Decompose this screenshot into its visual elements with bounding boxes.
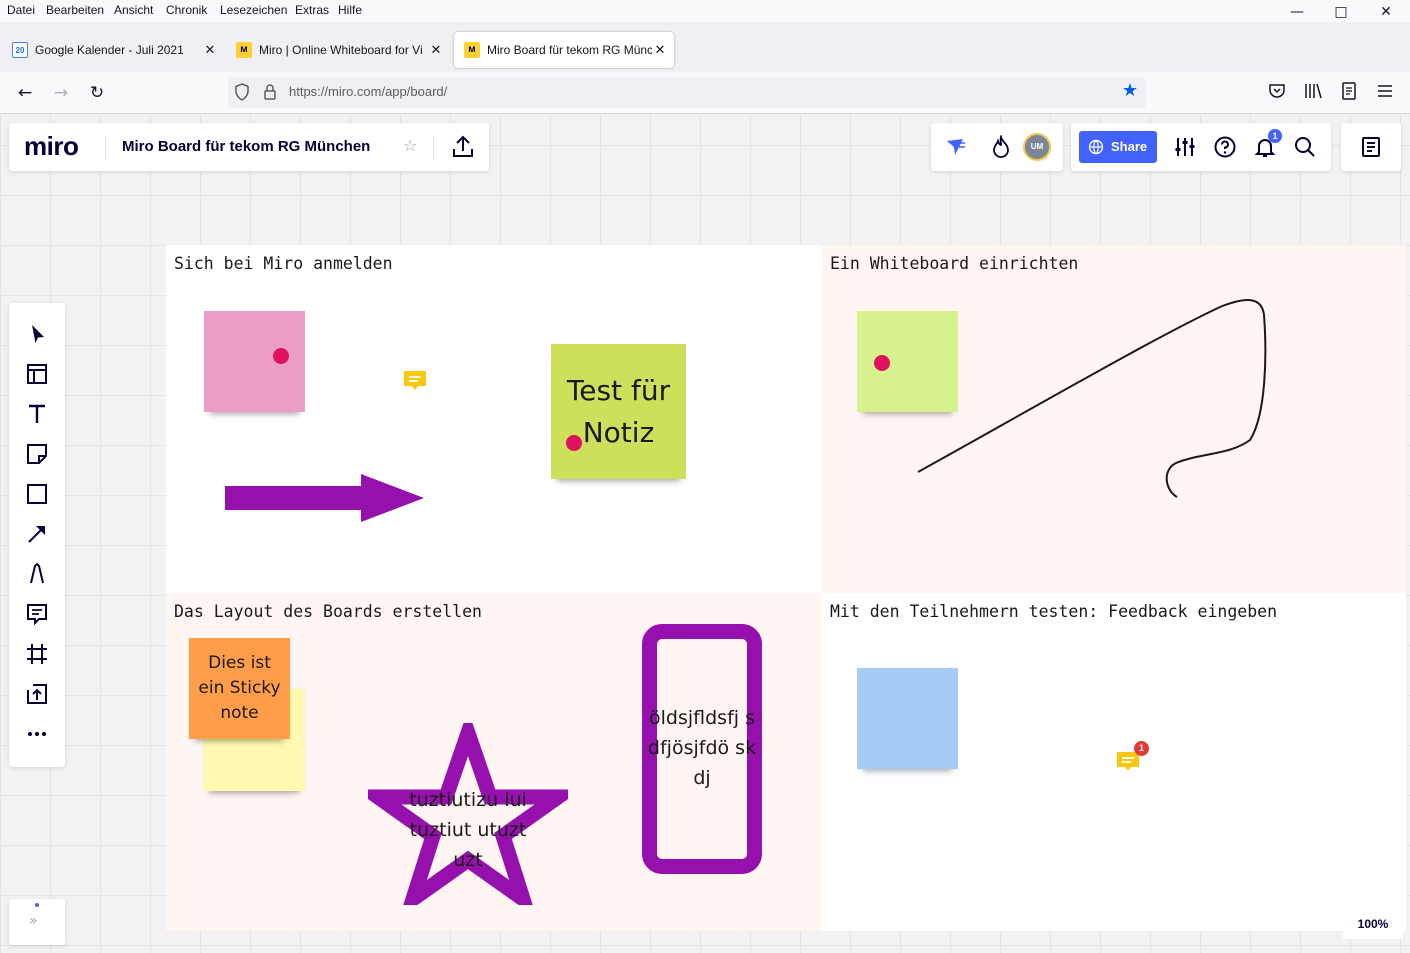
close-tab-icon[interactable]: ✕ bbox=[428, 42, 444, 58]
board-header: miro Miro Board für tekom RG München ☆ bbox=[9, 123, 489, 171]
frame-title: Das Layout des Boards erstellen bbox=[174, 602, 482, 621]
miro-logo[interactable]: miro bbox=[24, 131, 79, 162]
expand-panel[interactable]: » bbox=[9, 899, 65, 945]
rectangle-text: öldsjfldsfj sdfjösjfdö skdj bbox=[647, 707, 757, 789]
browser-navbar: ← → ↻ https://miro.com/app/board/ ★ bbox=[0, 72, 1410, 114]
sticky-note-text: Dies ist ein Sticky note bbox=[198, 653, 281, 723]
pen-icon[interactable] bbox=[23, 560, 51, 588]
lock-icon[interactable] bbox=[263, 83, 277, 101]
templates-icon[interactable] bbox=[23, 360, 51, 388]
comment-tool-icon[interactable] bbox=[23, 600, 51, 628]
reader-view-icon[interactable] bbox=[1340, 82, 1358, 100]
forward-icon[interactable]: → bbox=[48, 80, 74, 106]
hamburger-menu-icon[interactable] bbox=[1376, 82, 1394, 100]
url-text: https://miro.com/app/board/ bbox=[289, 84, 448, 99]
comment-icon[interactable] bbox=[401, 367, 429, 395]
chevron-double-right-icon[interactable]: » bbox=[29, 913, 38, 929]
comment-count-badge: 1 bbox=[1134, 741, 1149, 756]
pocket-icon[interactable] bbox=[1268, 82, 1286, 100]
share-button[interactable]: Share bbox=[1079, 131, 1157, 163]
menu-datei[interactable]: Datei bbox=[7, 3, 35, 17]
more-tools-icon[interactable] bbox=[23, 720, 51, 748]
browser-tabbar: 20 Google Kalender - Juli 2021 ✕ м Miro … bbox=[0, 22, 1410, 72]
close-window-icon[interactable]: ✕ bbox=[1376, 4, 1396, 20]
bookmark-star-icon[interactable]: ★ bbox=[1122, 80, 1138, 101]
creation-toolbar bbox=[9, 303, 65, 767]
star-text: tuztiutizu iuituztiut utuztuzt bbox=[409, 789, 527, 871]
share-label: Share bbox=[1111, 139, 1148, 154]
star-icon[interactable]: ☆ bbox=[403, 136, 417, 155]
search-icon[interactable] bbox=[1293, 135, 1317, 159]
frame-title: Sich bei Miro anmelden bbox=[174, 254, 393, 273]
freehand-drawing[interactable] bbox=[910, 295, 1280, 505]
notes-list-icon[interactable] bbox=[1359, 135, 1383, 159]
divider bbox=[433, 135, 434, 159]
google-calendar-icon: 20 bbox=[12, 42, 28, 58]
sticky-note-lime[interactable]: Test für Notiz bbox=[551, 344, 686, 479]
address-bar[interactable]: https://miro.com/app/board/ ★ bbox=[228, 77, 1146, 108]
connection-line-icon[interactable] bbox=[23, 520, 51, 548]
notification-count-badge: 1 bbox=[1268, 129, 1282, 143]
vote-dot[interactable] bbox=[874, 355, 890, 371]
menu-lesezeichen[interactable]: Lesezeichen bbox=[220, 3, 287, 17]
vote-dot[interactable] bbox=[566, 435, 582, 451]
sticky-note-blue[interactable] bbox=[857, 668, 958, 769]
board-title[interactable]: Miro Board für tekom RG München bbox=[122, 138, 370, 155]
tab-title: Google Kalender - Juli 2021 bbox=[35, 43, 184, 57]
indicator-dot bbox=[35, 903, 39, 907]
frame-tool-icon[interactable] bbox=[23, 640, 51, 668]
tab-google-calendar[interactable]: 20 Google Kalender - Juli 2021 ✕ bbox=[2, 32, 224, 68]
divider bbox=[105, 135, 106, 159]
shape-tool-icon[interactable] bbox=[23, 480, 51, 508]
miro-icon: м bbox=[464, 42, 480, 58]
text-tool-icon[interactable] bbox=[23, 400, 51, 428]
zoom-level[interactable]: 100% bbox=[1343, 913, 1403, 939]
frame-title: Mit den Teilnehmern testen: Feedback ein… bbox=[830, 602, 1278, 621]
board-notes-panel bbox=[1341, 123, 1401, 171]
export-upload-icon[interactable] bbox=[450, 132, 476, 162]
bring-everyone-icon[interactable] bbox=[943, 135, 967, 159]
miro-icon: м bbox=[236, 42, 252, 58]
back-icon[interactable]: ← bbox=[12, 80, 38, 106]
vote-dot[interactable] bbox=[273, 348, 289, 364]
close-tab-icon[interactable]: ✕ bbox=[652, 42, 668, 58]
tab-title: Miro Board für tekom RG Münc bbox=[487, 43, 652, 57]
globe-icon bbox=[1088, 139, 1104, 155]
lightning-icon: ⚡ bbox=[1042, 153, 1050, 164]
frame-title: Ein Whiteboard einrichten bbox=[830, 254, 1079, 273]
tab-title: Miro | Online Whiteboard for Vi bbox=[259, 43, 423, 57]
menu-bearbeiten[interactable]: Bearbeiten bbox=[46, 3, 104, 17]
tab-miro-home[interactable]: м Miro | Online Whiteboard for Vi ✕ bbox=[226, 32, 450, 68]
arrow-shape[interactable] bbox=[224, 473, 426, 525]
shield-icon[interactable] bbox=[234, 83, 250, 101]
miro-canvas[interactable]: Sich bei Miro anmelden Ein Whiteboard ei… bbox=[0, 115, 1410, 953]
sticky-note-orange[interactable]: Dies ist ein Sticky note bbox=[189, 638, 290, 739]
reload-icon[interactable]: ↻ bbox=[84, 80, 110, 106]
main-toolbar: Share 1 bbox=[1071, 123, 1331, 171]
settings-sliders-icon[interactable] bbox=[1173, 135, 1197, 159]
sticky-note-text: Test für Notiz bbox=[566, 373, 671, 449]
library-icon[interactable] bbox=[1303, 82, 1323, 100]
tab-miro-board[interactable]: м Miro Board für tekom RG Münc ✕ bbox=[454, 32, 674, 68]
menu-ansicht[interactable]: Ansicht bbox=[114, 3, 153, 17]
sticky-note-icon[interactable] bbox=[23, 440, 51, 468]
minimize-icon[interactable]: — bbox=[1287, 4, 1307, 20]
upload-icon[interactable] bbox=[23, 680, 51, 708]
menu-hilfe[interactable]: Hilfe bbox=[338, 3, 362, 17]
close-tab-icon[interactable]: ✕ bbox=[202, 42, 218, 58]
help-icon[interactable] bbox=[1213, 135, 1237, 159]
maximize-icon[interactable]: □ bbox=[1331, 4, 1351, 20]
frame-sign-in[interactable]: Sich bei Miro anmelden bbox=[166, 245, 822, 593]
menu-extras[interactable]: Extras bbox=[295, 3, 329, 17]
menu-chronik[interactable]: Chronik bbox=[166, 3, 207, 17]
browser-menubar: Datei Bearbeiten Ansicht Chronik Lesezei… bbox=[0, 0, 1410, 22]
select-tool-icon[interactable] bbox=[23, 320, 51, 348]
collaboration-toolbar: UM ⚡ bbox=[931, 123, 1063, 171]
fire-reaction-icon[interactable] bbox=[989, 135, 1013, 159]
sticky-note-pink[interactable] bbox=[204, 311, 305, 412]
